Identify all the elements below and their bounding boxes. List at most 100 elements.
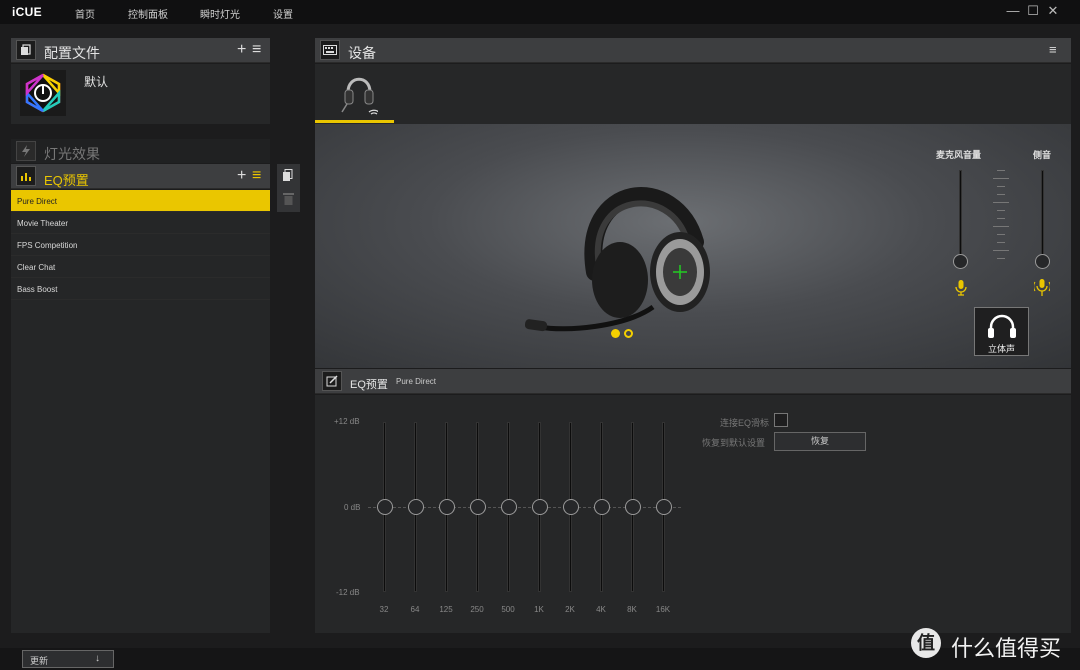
level-meter-tick	[993, 202, 1009, 203]
link-eq-label: 连接EQ滑标	[720, 418, 770, 428]
watermark-logo: 值	[911, 628, 941, 658]
eq-band-slider-thumb[interactable]	[594, 499, 610, 515]
level-meter-tick	[997, 170, 1005, 171]
eq-preset-item[interactable]: Bass Boost	[11, 278, 270, 300]
update-label: 更新	[30, 656, 49, 666]
eq-band-label: 125	[439, 605, 453, 614]
device-led-dot[interactable]	[611, 329, 620, 338]
eq-panel: +12 dB 0 dB -12 dB 32 64 125 250 500 1K 2K 4K 8K…	[315, 395, 1071, 633]
eq-band-slider-thumb[interactable]	[656, 499, 672, 515]
headset-illustration	[525, 187, 710, 332]
level-meter-tick	[997, 194, 1005, 195]
profiles-header: 配置文件 + ≡	[11, 38, 270, 63]
eq-band-label: 16K	[655, 605, 671, 614]
add-eq-preset-button[interactable]: +	[237, 168, 246, 184]
maximize-button[interactable]: ☐	[1025, 3, 1041, 19]
eq-band-label: 32	[379, 605, 389, 614]
status-bar: 更新 ↓ 值 什么值得买	[0, 628, 1080, 670]
download-icon: ↓	[95, 653, 100, 664]
watermark-text: 什么值得买	[951, 636, 1062, 661]
title-bar: iCUE 首页 控制面板 瞬时灯光 设置 — ☐ ✕	[0, 0, 1080, 24]
reset-button[interactable]: 恢复	[774, 432, 866, 451]
lightning-icon	[16, 141, 36, 161]
device-tab-headset[interactable]	[315, 64, 394, 124]
mic-volume-track	[959, 170, 962, 262]
stereo-button[interactable]: 立体声	[974, 307, 1029, 356]
level-meter-tick	[993, 250, 1009, 251]
level-meter-tick	[997, 186, 1005, 187]
nav-dashboard[interactable]: 控制面板	[128, 6, 168, 21]
mic-volume-slider-thumb[interactable]	[953, 254, 968, 269]
eq-preset-item[interactable]: Pure Direct	[11, 190, 270, 212]
nav-home[interactable]: 首页	[75, 6, 95, 21]
eq-band-label: 250	[470, 605, 484, 614]
profiles-menu-button[interactable]: ≡	[252, 42, 261, 58]
sidetone-slider-thumb[interactable]	[1035, 254, 1050, 269]
sidetone-icon	[1034, 279, 1050, 296]
microphone-icon	[955, 280, 967, 296]
eq-band-slider-thumb[interactable]	[532, 499, 548, 515]
lighting-header[interactable]: 灯光效果	[11, 139, 270, 163]
eq-band-label: 8K	[627, 605, 637, 614]
level-meter-tick	[997, 242, 1005, 243]
eq-band-slider-thumb[interactable]	[501, 499, 517, 515]
eq-bars-icon	[16, 166, 36, 186]
eq-band-label: 64	[410, 605, 420, 614]
device-bar	[315, 64, 1071, 124]
eq-preset-item[interactable]: Clear Chat	[11, 256, 270, 278]
device-led-dot-outline[interactable]	[624, 329, 633, 338]
eq-presets-title: EQ预置	[44, 173, 89, 188]
db-label-top: +12 dB	[334, 417, 360, 426]
eq-band-slider-thumb[interactable]	[625, 499, 641, 515]
copy-icon[interactable]	[282, 169, 294, 187]
db-label-bottom: -12 dB	[336, 588, 360, 597]
edit-icon[interactable]	[322, 371, 342, 391]
app-logo: iCUE	[12, 5, 42, 19]
devices-menu-button[interactable]: ≡	[1049, 42, 1057, 58]
eq-band-slider-thumb[interactable]	[408, 499, 424, 515]
level-meter-tick	[997, 210, 1005, 211]
headphones-icon	[988, 314, 1016, 338]
headset-thumbnail-icon	[341, 77, 378, 115]
sidetone-label: 侧音	[1033, 150, 1052, 160]
profile-name: 默认	[84, 75, 109, 89]
eq-preset-item[interactable]: FPS Competition	[11, 234, 270, 256]
link-eq-checkbox[interactable]	[774, 413, 788, 427]
devices-header: 设备 ≡	[315, 38, 1071, 63]
trash-icon[interactable]	[283, 192, 294, 210]
eq-band-label: 1K	[534, 605, 544, 614]
nav-instant-lighting[interactable]: 瞬时灯光	[200, 6, 240, 21]
level-meter-tick	[997, 258, 1005, 259]
eq-presets-header: EQ预置 + ≡	[11, 164, 270, 189]
lighting-title: 灯光效果	[44, 146, 100, 162]
device-preview: 麦克风音量 侧音 立体声	[315, 124, 1071, 368]
eq-panel-preset-name: Pure Direct	[396, 377, 437, 386]
add-profile-button[interactable]: +	[237, 42, 246, 58]
profiles-icon	[16, 40, 36, 60]
device-tab-indicator	[315, 120, 394, 123]
eq-band-slider-thumb[interactable]	[439, 499, 455, 515]
level-meter	[993, 170, 1009, 264]
sidetone-track	[1041, 170, 1044, 262]
eq-band-slider-thumb[interactable]	[470, 499, 486, 515]
profiles-title: 配置文件	[44, 45, 100, 61]
profile-item[interactable]: 默认	[11, 64, 270, 124]
minimize-button[interactable]: —	[1005, 3, 1021, 19]
eq-panel-header: EQ预置 Pure Direct	[315, 369, 1071, 394]
stereo-label: 立体声	[987, 344, 1015, 354]
level-meter-tick	[993, 226, 1009, 227]
eq-band-label: 2K	[565, 605, 575, 614]
eq-band-slider-thumb[interactable]	[377, 499, 393, 515]
level-meter-tick	[997, 234, 1005, 235]
eq-band-slider-thumb[interactable]	[563, 499, 579, 515]
keyboard-icon	[320, 40, 340, 60]
nav-settings[interactable]: 设置	[273, 6, 293, 21]
update-button[interactable]: 更新 ↓	[22, 650, 114, 668]
preset-actions	[277, 164, 300, 212]
eq-panel-title: EQ预置	[350, 379, 388, 391]
eq-presets-menu-button[interactable]: ≡	[252, 168, 261, 184]
profile-logo-icon	[20, 70, 66, 116]
close-button[interactable]: ✕	[1045, 3, 1061, 19]
devices-title: 设备	[348, 45, 376, 61]
eq-preset-item[interactable]: Movie Theater	[11, 212, 270, 234]
